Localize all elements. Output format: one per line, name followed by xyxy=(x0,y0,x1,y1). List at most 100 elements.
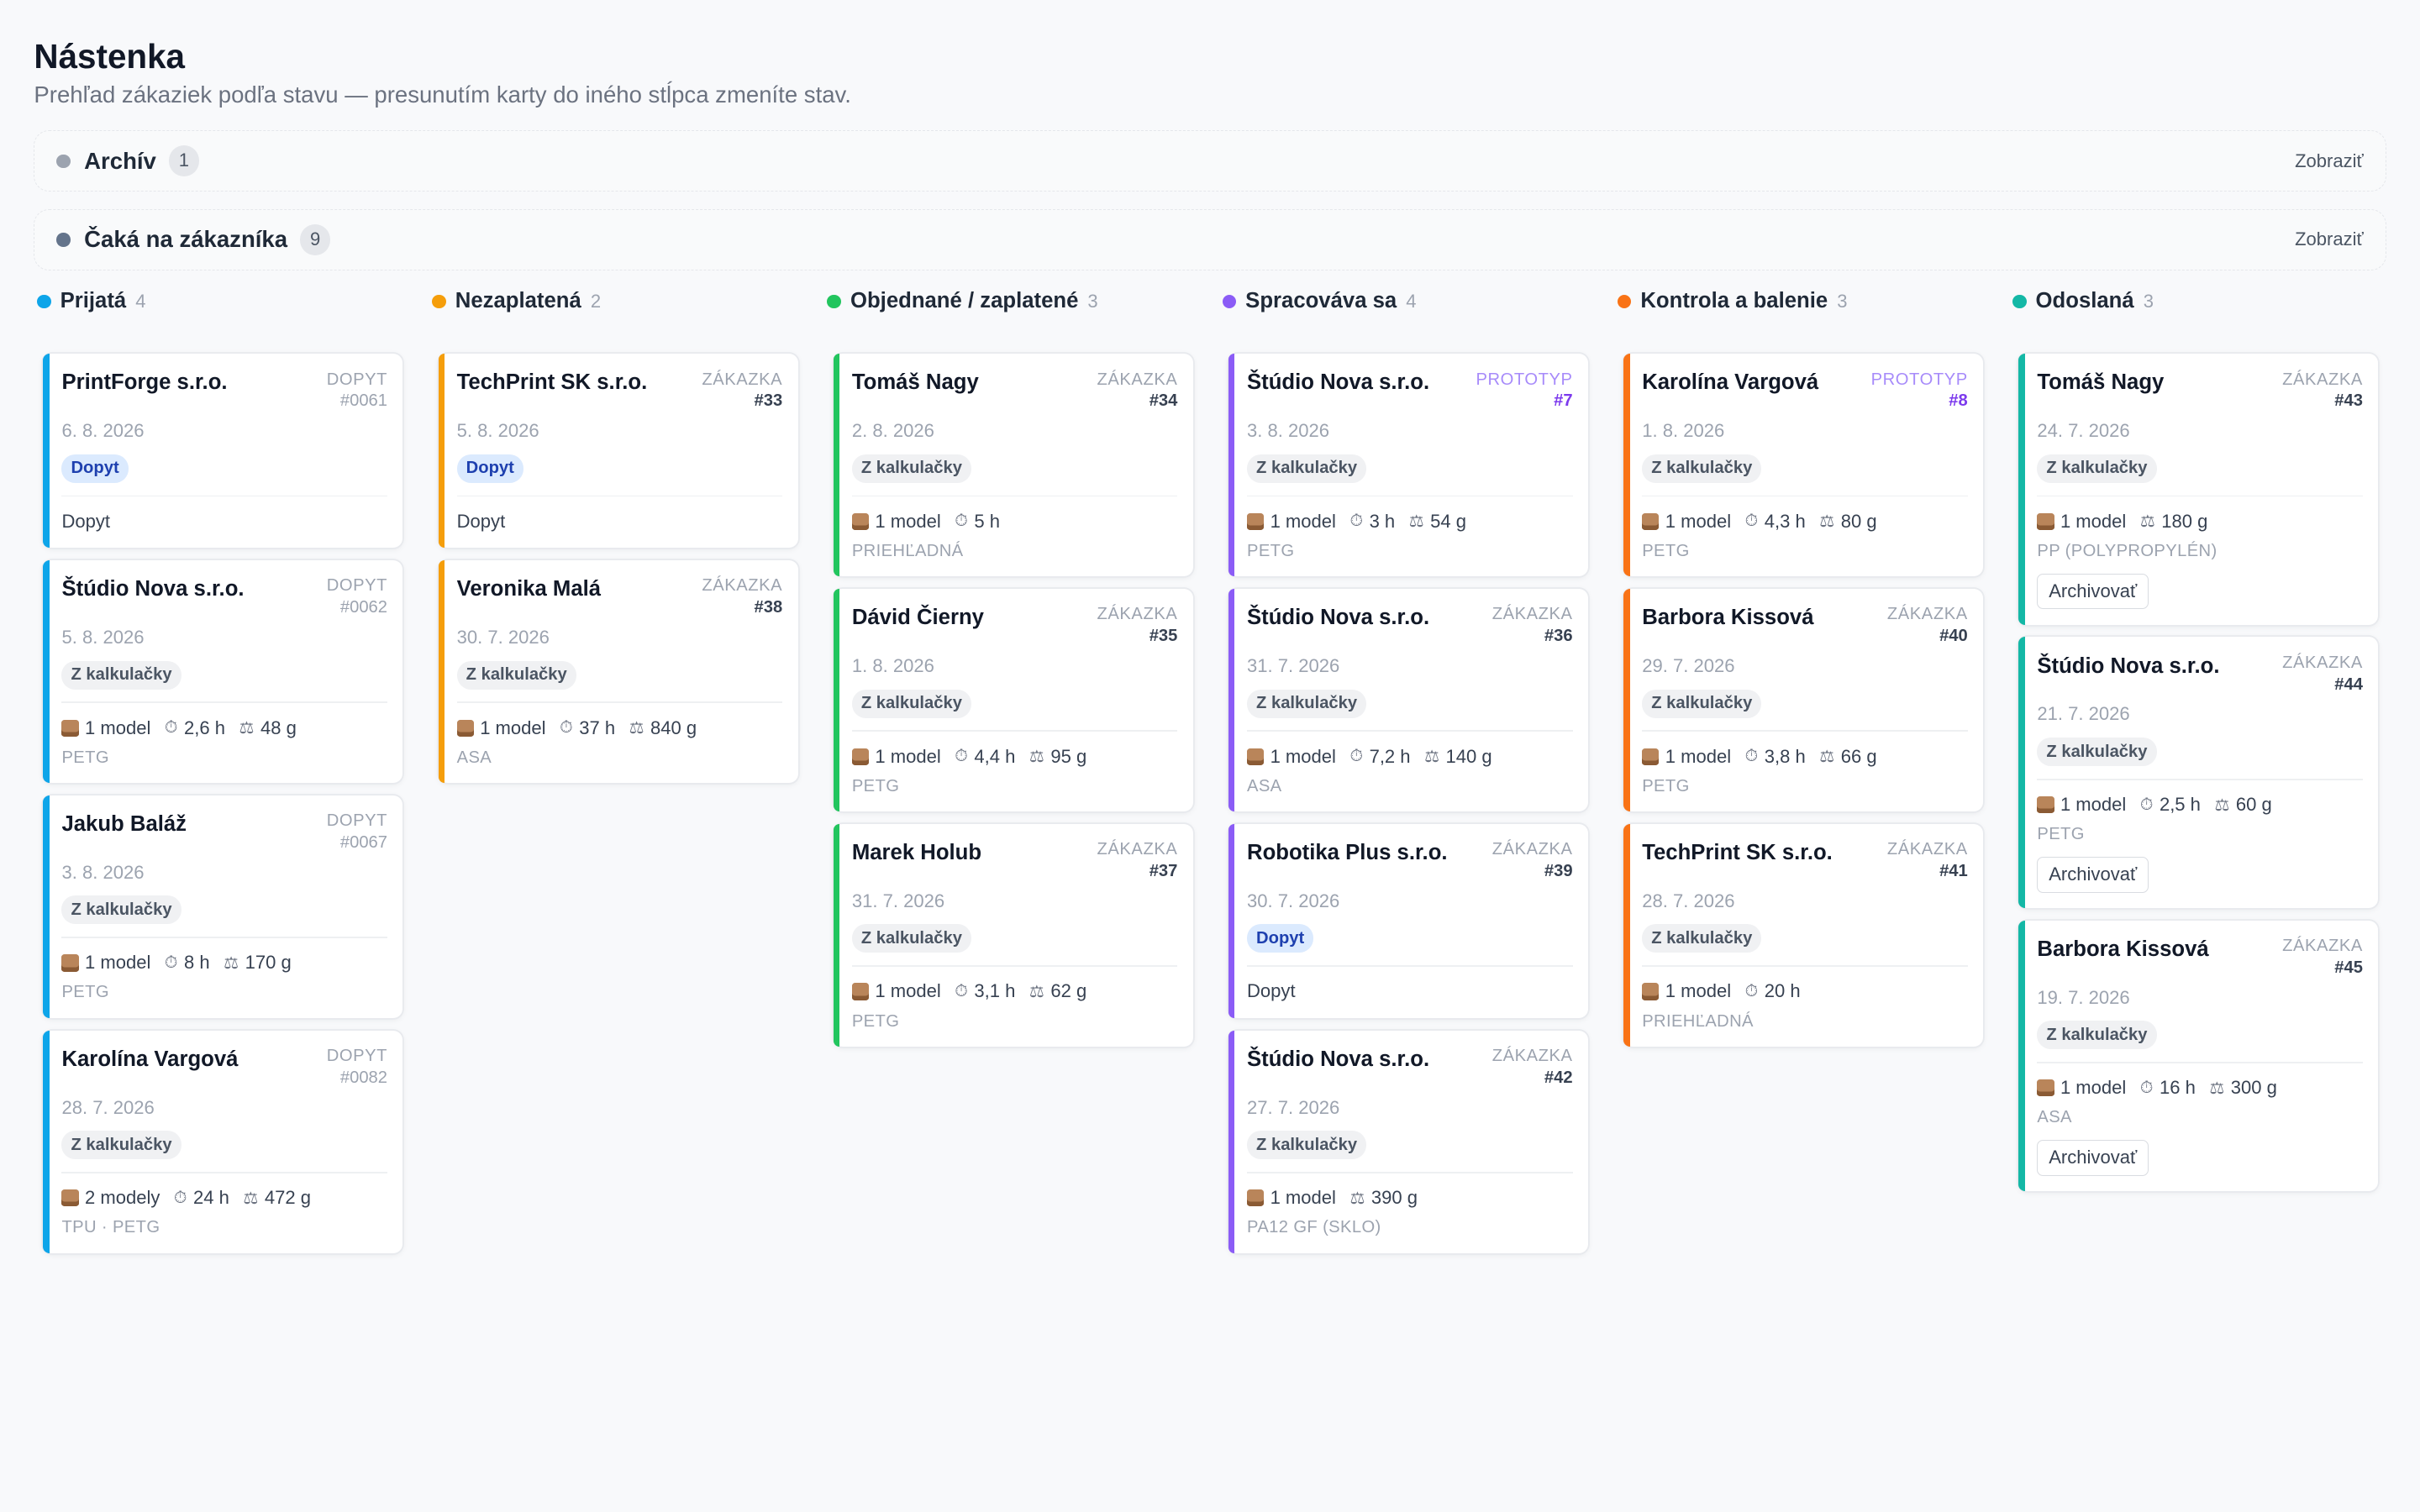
order-card[interactable]: Dávid Čierny ZÁKAZKA #35 1. 8. 2026 Z kalkul… xyxy=(833,589,1193,812)
order-number: #37 xyxy=(1149,861,1178,880)
order-card[interactable]: Robotika Plus s.r.o. ZÁKAZKA #39 30. 7. 202… xyxy=(1228,823,1588,1018)
models-count: 1 model xyxy=(2037,511,2126,533)
order-date: 1. 8. 2026 xyxy=(851,655,934,677)
column-header: Nezaplatená 2 xyxy=(432,286,801,318)
archive-button[interactable]: Archivovať xyxy=(2037,573,2149,610)
order-date: 28. 7. 2026 xyxy=(1642,890,1735,911)
models-value: 1 model xyxy=(1665,510,1732,532)
package-icon xyxy=(2037,796,2054,814)
archive-button[interactable]: Archivovať xyxy=(2037,1139,2149,1176)
show-column-button[interactable]: Zobraziť xyxy=(2295,228,2364,250)
order-number: #0067 xyxy=(339,832,387,852)
package-icon xyxy=(61,1189,79,1207)
package-icon xyxy=(456,719,474,737)
models-count: 1 model xyxy=(851,980,941,1002)
models-count: 1 model xyxy=(1247,1187,1336,1209)
print-time: ⏱ 5 h xyxy=(955,511,1000,533)
order-card[interactable]: Veronika Malá ZÁKAZKA #38 30. 7. 2026 Z kalk… xyxy=(438,560,798,784)
column-cards: Karolína Vargová PROTOTYP #8 1. 8. 2026 Z ka… xyxy=(1618,354,1986,1047)
order-reference: ZÁKAZKA #37 xyxy=(1097,839,1178,882)
clock-icon: ⏱ xyxy=(560,718,573,738)
order-card[interactable]: Štúdio Nova s.r.o. ZÁKAZKA #42 27. 7. 2026 Z… xyxy=(1228,1030,1588,1254)
models-count: 1 model xyxy=(851,746,941,768)
page-title: Nástenka xyxy=(34,37,186,76)
source-tag: Z kalkulačky xyxy=(61,660,182,690)
order-type: ZÁKAZKA xyxy=(1097,840,1178,859)
order-card[interactable]: Štúdio Nova s.r.o. DOPYT #0062 5. 8. 2026 Z … xyxy=(43,560,403,784)
card-divider xyxy=(2037,778,2363,780)
card-meta: 1 model ⏱ 3,1 h ⚖ 62 g xyxy=(851,980,1178,1002)
order-card[interactable]: Štúdio Nova s.r.o. ZÁKAZKA #44 21. 7. 2026 Z… xyxy=(2018,637,2379,908)
archive-button[interactable]: Archivovať xyxy=(2037,856,2149,893)
order-card[interactable]: Marek Holub ZÁKAZKA #37 31. 7. 2026 Z kalkul… xyxy=(833,823,1193,1047)
print-weight: ⚖ 54 g xyxy=(1409,511,1466,533)
order-card[interactable]: TechPrint SK s.r.o. ZÁKAZKA #33 5. 8. 2026 D… xyxy=(438,354,798,549)
customer-name: Barbora Kissová xyxy=(2037,937,2209,961)
card-meta: 1 model ⏱ 4,3 h ⚖ 80 g xyxy=(1642,511,1968,533)
customer-name: Štúdio Nova s.r.o. xyxy=(1247,1047,1430,1071)
order-card[interactable]: Barbora Kissová ZÁKAZKA #40 29. 7. 2026 Z ka… xyxy=(1623,589,1984,812)
column-title: Objednané / zaplatené xyxy=(850,289,1079,313)
column-title: Spracováva sa xyxy=(1245,289,1397,313)
column-count: 3 xyxy=(1087,290,1098,312)
order-card[interactable]: PrintForge s.r.o. DOPYT #0061 6. 8. 2026 Dop… xyxy=(43,354,403,549)
models-count: 1 model xyxy=(1247,511,1336,533)
status-dot xyxy=(1222,294,1237,309)
customer-name: Štúdio Nova s.r.o. xyxy=(61,577,245,601)
weight-value: 54 g xyxy=(1430,510,1467,532)
customer-name: Karolína Vargová xyxy=(1642,370,1819,395)
order-date: 3. 8. 2026 xyxy=(1247,420,1330,442)
clock-icon: ⏱ xyxy=(955,512,969,531)
order-card[interactable]: Tomáš Nagy ZÁKAZKA #43 24. 7. 2026 Z kalkula… xyxy=(2018,354,2379,625)
customer-name: Marek Holub xyxy=(851,840,982,864)
order-card[interactable]: Karolína Vargová DOPYT #0082 28. 7. 2026 Z k… xyxy=(43,1030,403,1254)
status-dot xyxy=(432,294,446,309)
package-icon xyxy=(1247,748,1265,765)
material-label: PETG xyxy=(851,1011,900,1031)
scale-icon: ⚖ xyxy=(1028,748,1045,767)
order-card[interactable]: Jakub Baláž DOPYT #0067 3. 8. 2026 Z kalkula… xyxy=(43,795,403,1019)
order-card[interactable]: Karolína Vargová PROTOTYP #8 1. 8. 2026 Z ka… xyxy=(1623,354,1984,577)
order-card[interactable]: Tomáš Nagy ZÁKAZKA #34 2. 8. 2026 Z kalkulač… xyxy=(833,354,1193,577)
customer-name: Jakub Baláž xyxy=(61,811,187,836)
order-card[interactable]: Štúdio Nova s.r.o. PROTOTYP #7 3. 8. 2026 Z … xyxy=(1228,354,1588,577)
order-card[interactable]: Barbora Kissová ZÁKAZKA #45 19. 7. 2026 Z ka… xyxy=(2018,920,2379,1191)
weight-value: 180 g xyxy=(2161,510,2208,532)
count-badge: 1 xyxy=(168,145,200,177)
order-card[interactable]: TechPrint SK s.r.o. ZÁKAZKA #41 28. 7. 2026… xyxy=(1623,823,1984,1047)
weight-value: 840 g xyxy=(650,717,697,738)
order-type: DOPYT xyxy=(326,811,387,831)
clock-icon: ⏱ xyxy=(2139,1078,2154,1097)
material-label: PETG xyxy=(61,748,109,767)
show-column-button[interactable]: Zobraziť xyxy=(2295,150,2364,172)
order-date: 5. 8. 2026 xyxy=(456,420,539,442)
order-number: #39 xyxy=(1544,861,1573,880)
scale-icon: ⚖ xyxy=(239,719,255,738)
customer-name: Štúdio Nova s.r.o. xyxy=(2037,654,2220,678)
weight-value: 472 g xyxy=(264,1187,312,1209)
order-number: #40 xyxy=(1939,627,1968,646)
print-time: ⏱ 2,5 h xyxy=(2140,794,2201,816)
status-dot xyxy=(56,233,71,247)
source-tag: Z kalkulačky xyxy=(61,895,182,925)
package-icon xyxy=(1247,512,1265,531)
package-icon xyxy=(2037,512,2054,531)
order-number: #43 xyxy=(2334,391,2363,411)
scale-icon: ⚖ xyxy=(2214,795,2230,815)
package-icon xyxy=(1642,512,1660,531)
scale-icon: ⚖ xyxy=(1408,512,1424,532)
card-header: Dávid Čierny ZÁKAZKA #35 xyxy=(852,604,1178,647)
column-cards: Štúdio Nova s.r.o. PROTOTYP #7 3. 8. 2026 Z … xyxy=(1223,354,1591,1254)
column-count: 4 xyxy=(135,290,146,312)
print-weight: ⚖ 300 g xyxy=(2209,1077,2277,1099)
order-card[interactable]: Štúdio Nova s.r.o. ZÁKAZKA #36 31. 7. 2026 Z… xyxy=(1228,589,1588,812)
card-note: Dopyt xyxy=(456,510,506,532)
kanban-column: Odoslaná 3 Tomáš Nagy ZÁKAZKA #43 24. 7. 2026… xyxy=(2012,286,2381,1266)
order-type: ZÁKAZKA xyxy=(702,576,783,596)
material-label: ASA xyxy=(1247,776,1282,795)
order-date: 27. 7. 2026 xyxy=(1247,1096,1340,1118)
card-header: PrintForge s.r.o. DOPYT #0061 xyxy=(61,370,387,412)
card-meta: 1 model ⏱ 3 h ⚖ 54 g xyxy=(1247,511,1573,533)
order-date: 29. 7. 2026 xyxy=(1642,655,1735,677)
models-value: 1 model xyxy=(2060,510,2127,532)
